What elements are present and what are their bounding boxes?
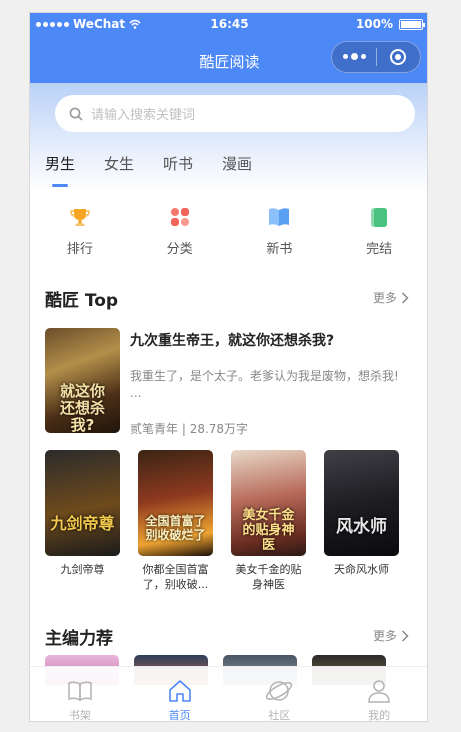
tab-bookshelf[interactable]: 书架 (30, 667, 130, 722)
book-card[interactable]: 全国首富了别收破烂了 你都全国首富了，别收破... (138, 450, 213, 592)
category-new-books[interactable]: 新书 (230, 205, 330, 257)
battery-percent: 100% (355, 17, 393, 31)
tab-label: 首页 (168, 709, 191, 722)
trophy-icon (68, 205, 92, 229)
search-placeholder: 请输入搜索关键词 (91, 108, 196, 123)
tab-label: 社区 (268, 709, 291, 722)
section-title-editor: 主编力荐 (45, 629, 113, 649)
cover-title-art: 美女千金的贴身神医 (242, 508, 295, 553)
book-title: 天命风水师 (334, 563, 389, 576)
featured-book-author: 贰笔青年 (130, 422, 179, 436)
bottom-tab-bar: 书架 首页 社区 我的 (30, 666, 427, 722)
chevron-right-icon (401, 629, 409, 642)
battery-icon (399, 18, 425, 30)
book-card[interactable]: 九剑帝尊 九剑帝尊 (45, 450, 120, 592)
more-link-editor[interactable]: 更多 (373, 627, 409, 644)
featured-book-title[interactable]: 九次重生帝王，就这你还想杀我? (130, 330, 415, 350)
cover-title-art: 九剑帝尊 (50, 514, 115, 533)
mini-program-capsule (331, 41, 421, 73)
category-row: 排行 分类 新书 完结 (30, 205, 427, 257)
book-grid: 九剑帝尊 九剑帝尊 全国首富了别收破烂了 你都全国首富了，别收破... 美女千金… (45, 450, 425, 592)
header-area: 请输入搜索关键词 男生 女生 听书 漫画 (30, 83, 427, 193)
book-open-icon (267, 205, 291, 229)
nav-bar: 酷匠阅读 (30, 37, 427, 83)
more-link-top[interactable]: 更多 (373, 289, 409, 306)
category-completed[interactable]: 完结 (329, 205, 427, 257)
bookshelf-icon (68, 681, 92, 702)
more-label: 更多 (372, 629, 397, 643)
more-menu-icon[interactable] (332, 53, 376, 60)
category-ranking[interactable]: 排行 (30, 205, 130, 257)
tab-profile[interactable]: 我的 (329, 667, 427, 722)
featured-book-words: 28.78万字 (189, 422, 249, 436)
search-input[interactable]: 请输入搜索关键词 (55, 95, 415, 132)
cover-title-art: 全国首富了别收破烂了 (145, 514, 206, 542)
close-mini-program-icon[interactable] (377, 49, 420, 65)
tab-female[interactable]: 女生 (104, 153, 134, 174)
tab-male[interactable]: 男生 (45, 153, 75, 187)
section-title-top: 酷匠 Top (45, 291, 119, 311)
book-card[interactable]: 风水师 天命风水师 (324, 450, 399, 592)
phone-screen: WeChat 16:45 100% 酷匠阅读 请输入搜索关键词 男生 女生 听书… (29, 12, 428, 722)
planet-icon (266, 681, 293, 701)
search-icon (69, 107, 83, 121)
tab-label: 我的 (368, 709, 391, 722)
home-icon (168, 680, 191, 702)
user-icon (368, 680, 390, 703)
meta-divider: | (181, 422, 190, 436)
book-card[interactable]: 美女千金的贴身神医 美女千金的贴身神医 (231, 450, 306, 592)
tab-community[interactable]: 社区 (230, 667, 330, 722)
category-label: 完结 (366, 242, 393, 257)
book-cover: 美女千金的贴身神医 (231, 450, 306, 556)
book-cover: 九剑帝尊 (45, 450, 120, 556)
tab-comic[interactable]: 漫画 (222, 153, 252, 174)
tab-label: 书架 (68, 709, 91, 722)
category-label: 排行 (66, 242, 93, 257)
tab-audiobook[interactable]: 听书 (163, 153, 193, 174)
cover-title-art: 风水师 (336, 517, 387, 537)
book-title: 你都全国首富了，别收破... (142, 563, 209, 591)
category-genres[interactable]: 分类 (130, 205, 230, 257)
cover-title-art: 就这你还想杀我? (59, 382, 105, 434)
book-title: 美女千金的贴身神医 (235, 563, 302, 591)
bookmark-icon (367, 205, 391, 229)
book-title: 九剑帝尊 (60, 563, 105, 576)
status-bar: WeChat 16:45 100% (30, 13, 427, 37)
category-label: 分类 (166, 242, 193, 257)
grid-icon (168, 205, 192, 229)
featured-book-meta: 贰笔青年 | 28.78万字 (130, 420, 248, 437)
featured-book-description: 我重生了，是个太子。老爹认为我是废物，想杀我! ... (130, 369, 399, 400)
more-label: 更多 (372, 291, 397, 305)
category-label: 新书 (266, 242, 293, 257)
tab-home[interactable]: 首页 (130, 667, 230, 722)
book-cover: 风水师 (324, 450, 399, 556)
chevron-right-icon (401, 291, 409, 304)
featured-book-cover[interactable]: 就这你还想杀我? (45, 328, 120, 433)
channel-tabs: 男生 女生 听书 漫画 (45, 153, 252, 187)
book-cover: 全国首富了别收破烂了 (138, 450, 213, 556)
